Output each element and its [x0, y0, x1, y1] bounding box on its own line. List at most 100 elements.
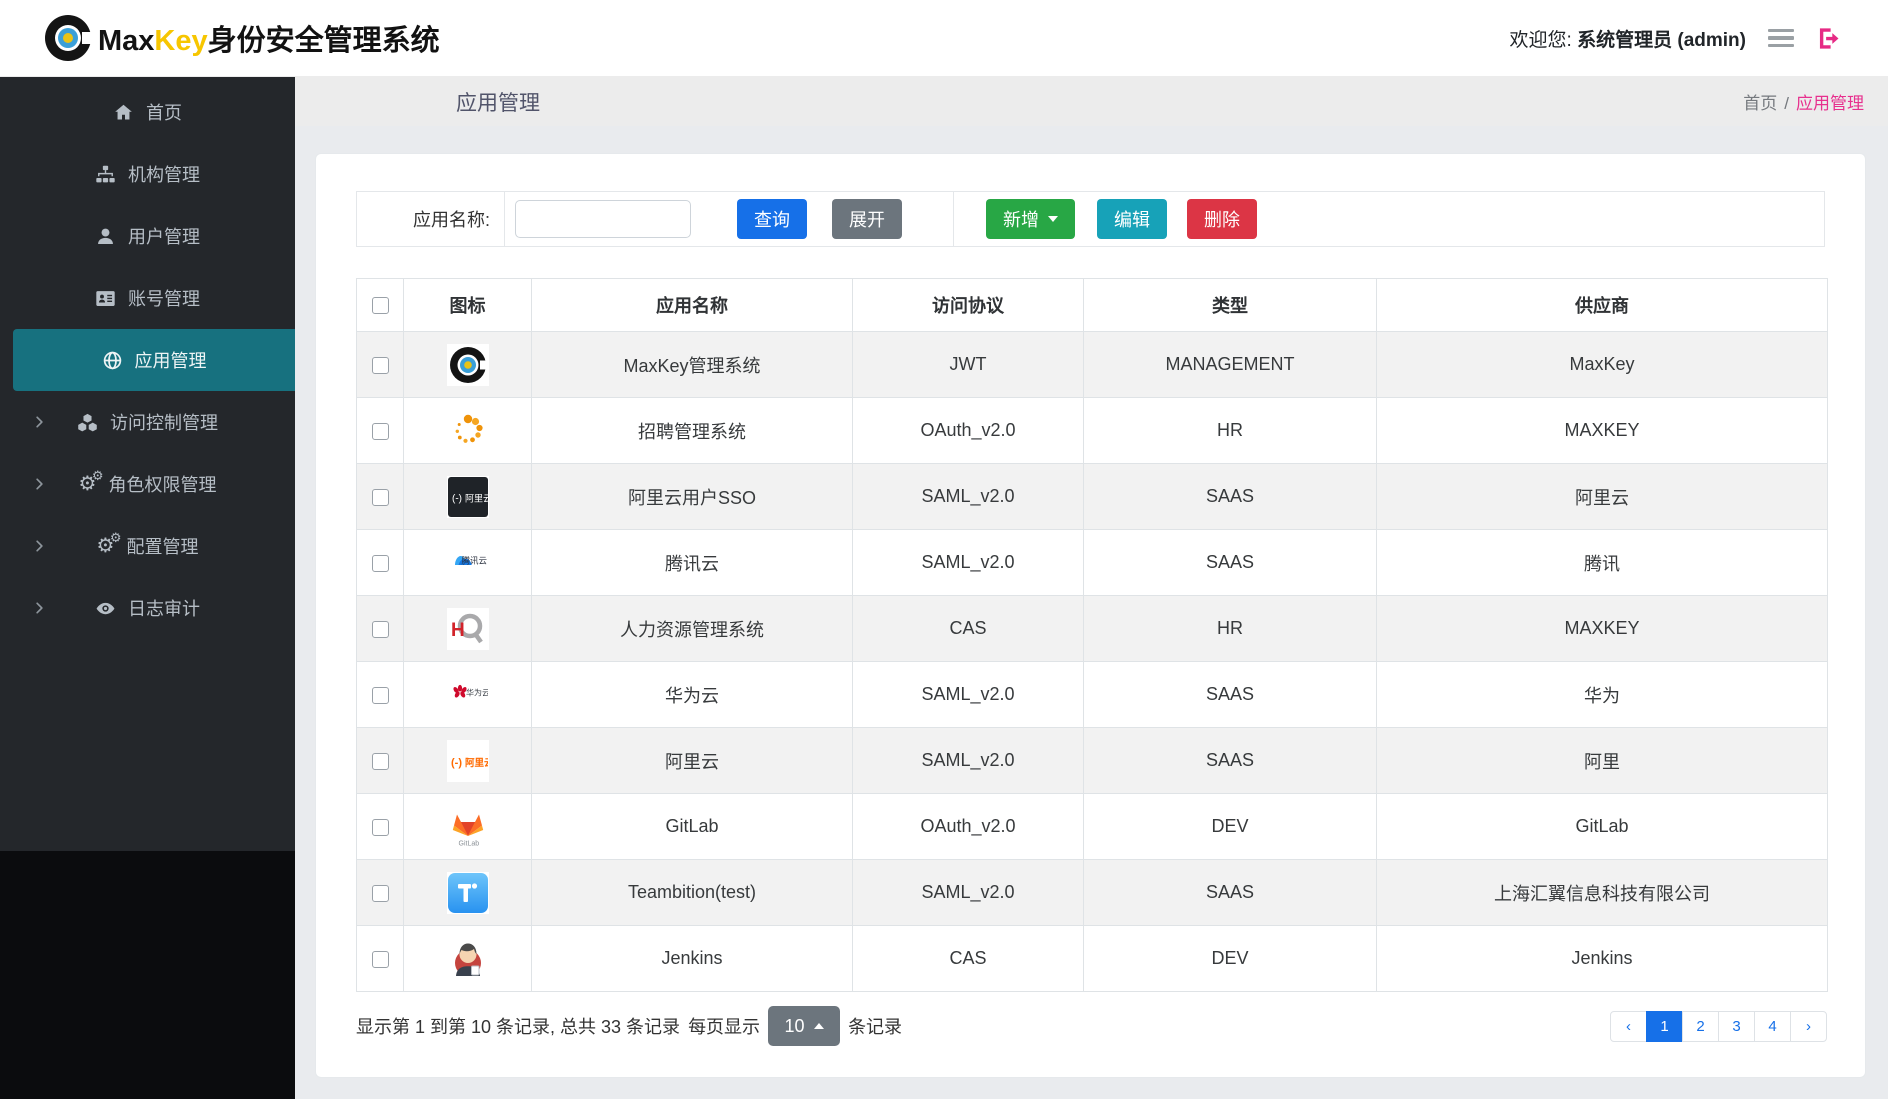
sidebar-item-access[interactable]: 访问控制管理: [0, 391, 295, 453]
sidebar-menu: 首页 机构管理用户管理账号管理应用管理 访问控制管理 ⚙ ⚙ 角色权限管理 ⚙ ⚙ 配置管理 日志…: [0, 81, 295, 639]
table-row[interactable]: Jenkins CAS DEV Jenkins: [356, 925, 1828, 992]
pagination-next-button[interactable]: ›: [1790, 1010, 1827, 1042]
row-select-cell: [356, 859, 404, 926]
table-row[interactable]: (-)阿里云阿里云用户SSOSAML_v2.0SAAS阿里云: [356, 463, 1828, 530]
sidebar-item-org[interactable]: 机构管理: [0, 143, 295, 205]
row-icon-cell: H: [403, 595, 532, 662]
huawei-cloud-icon: 华为云: [446, 673, 489, 716]
breadcrumb-home[interactable]: 首页: [1743, 94, 1777, 113]
page-title: 应用管理: [456, 91, 540, 115]
brand-suffix: 身份安全管理系统: [207, 25, 440, 57]
summary-text: 显示第 1 到第 10 条记录, 总共 33 条记录: [356, 1017, 681, 1037]
cubes-icon: [77, 412, 98, 433]
row-select-cell: [356, 463, 404, 530]
table-row[interactable]: MaxKey管理系统 JWT MANAGEMENT MaxKey: [356, 331, 1828, 398]
type-cell: HR: [1083, 595, 1377, 662]
row-checkbox[interactable]: [371, 752, 389, 770]
records-summary: 显示第 1 到第 10 条记录, 总共 33 条记录 每页显示 10 条记录: [356, 1006, 902, 1046]
sidebar-item-accounts[interactable]: 账号管理: [0, 267, 295, 329]
brand-key: Key: [154, 25, 208, 57]
page-size-dropdown[interactable]: 10: [768, 1006, 841, 1046]
current-username: 系统管理员 (admin): [1577, 29, 1746, 51]
pagination: ‹ 1 2 3 4 ›: [1610, 1010, 1827, 1042]
app-name-input[interactable]: [515, 200, 691, 238]
app-title: MaxKey身份安全管理系统: [98, 17, 440, 59]
sidebar-item-home[interactable]: 首页: [0, 81, 295, 143]
vendor-cell: 阿里: [1376, 727, 1828, 794]
pagination-page-1[interactable]: 1: [1646, 1010, 1683, 1042]
add-button[interactable]: 新增: [986, 199, 1075, 239]
logout-icon[interactable]: [1816, 25, 1843, 52]
row-checkbox[interactable]: [371, 356, 389, 374]
sidebar-item-apps[interactable]: 应用管理: [13, 329, 295, 391]
query-button[interactable]: 查询: [737, 199, 807, 239]
expand-button[interactable]: 展开: [832, 199, 902, 239]
sidebar-item-audit[interactable]: 日志审计: [0, 577, 295, 639]
row-select-cell: [356, 793, 404, 860]
svg-text:(-): (-): [451, 757, 462, 769]
vendor-cell: MaxKey: [1376, 331, 1828, 398]
welcome-text: 欢迎您: 系统管理员 (admin): [1509, 29, 1746, 51]
sidebar-item-users[interactable]: 用户管理: [0, 205, 295, 267]
svg-text:H: H: [451, 620, 465, 641]
caret-up-icon: [813, 1023, 824, 1029]
protocol-cell: SAML_v2.0: [852, 661, 1084, 728]
row-checkbox[interactable]: [371, 422, 389, 440]
sidebar-item-label: 用户管理: [128, 227, 200, 247]
delete-button[interactable]: 删除: [1187, 199, 1257, 239]
type-cell: HR: [1083, 397, 1377, 464]
column-header-2: 访问协议: [852, 278, 1084, 332]
sidebar-item-label: 配置管理: [126, 537, 199, 557]
menu-toggle-icon[interactable]: [1766, 27, 1796, 50]
row-checkbox[interactable]: [371, 554, 389, 572]
row-select-cell: [356, 331, 404, 398]
page-titlebar: 应用管理 首页 / 应用管理: [295, 77, 1888, 126]
pagination-prev-button[interactable]: ‹: [1610, 1010, 1647, 1042]
select-all-cell: [356, 278, 404, 332]
row-select-cell: [356, 595, 404, 662]
protocol-cell: OAuth_v2.0: [852, 793, 1084, 860]
row-checkbox[interactable]: [371, 884, 389, 902]
row-checkbox[interactable]: [371, 818, 389, 836]
vendor-cell: 华为: [1376, 661, 1828, 728]
search-label-cell: 应用名称:: [357, 192, 504, 246]
chevron-right-icon: [32, 415, 47, 430]
table-row[interactable]: Teambition(test) SAML_v2.0 SAAS 上海汇翼信息科技有限公…: [356, 859, 1828, 926]
row-checkbox[interactable]: [371, 686, 389, 704]
vendor-cell: 上海汇翼信息科技有限公司: [1376, 859, 1828, 926]
row-checkbox[interactable]: [371, 488, 389, 506]
table-row[interactable]: 华为云 华为云 SAML_v2.0 SAAS 华为: [356, 661, 1828, 728]
row-checkbox[interactable]: [371, 950, 389, 968]
chevron-right-icon: [32, 601, 47, 616]
sidebar-item-label: 账号管理: [128, 289, 200, 309]
table-row[interactable]: (-)阿里云阿里云SAML_v2.0SAAS阿里: [356, 727, 1828, 794]
sidebar-item-roles[interactable]: ⚙ ⚙ 角色权限管理: [0, 453, 295, 515]
row-select-cell: [356, 397, 404, 464]
svg-text:GitLab: GitLab: [458, 840, 479, 847]
svg-text:腾讯云: 腾讯云: [461, 555, 487, 565]
row-checkbox[interactable]: [371, 620, 389, 638]
jenkins-icon: [446, 937, 489, 980]
action-buttons-cell: 新增 编辑 删除: [953, 192, 1824, 246]
vendor-cell: 阿里云: [1376, 463, 1828, 530]
pagination-page-3[interactable]: 3: [1718, 1010, 1755, 1042]
row-icon-cell: [403, 331, 532, 398]
table-row[interactable]: 招聘管理系统 OAuth_v2.0 HR MAXKEY: [356, 397, 1828, 464]
vendor-cell: MAXKEY: [1376, 397, 1828, 464]
type-cell: SAAS: [1083, 727, 1377, 794]
edit-button[interactable]: 编辑: [1097, 199, 1167, 239]
content-card: 应用名称: 查询 展开 新增 编辑 删除 图标 应用名称 访问协议 类型 供应商 Max…: [315, 153, 1866, 1078]
sidebar-item-config[interactable]: ⚙ ⚙ 配置管理: [0, 515, 295, 577]
pagination-page-4[interactable]: 4: [1754, 1010, 1791, 1042]
dots-spinner-icon: [446, 409, 489, 452]
table-row[interactable]: 腾讯云 腾讯云 SAML_v2.0 SAAS 腾讯: [356, 529, 1828, 596]
app-name-cell: MaxKey管理系统: [531, 331, 853, 398]
table-row[interactable]: GitLab GitLab OAuth_v2.0 DEV GitLab: [356, 793, 1828, 860]
table-row[interactable]: H 人力资源管理系统 CAS HR MAXKEY: [356, 595, 1828, 662]
breadcrumb-current: 应用管理: [1796, 94, 1864, 113]
type-cell: SAAS: [1083, 859, 1377, 926]
sidebar: 首页 机构管理用户管理账号管理应用管理 访问控制管理 ⚙ ⚙ 角色权限管理 ⚙ ⚙ 配置管理 日志…: [0, 77, 295, 1099]
row-icon-cell: GitLab: [403, 793, 532, 860]
pagination-page-2[interactable]: 2: [1682, 1010, 1719, 1042]
select-all-checkbox[interactable]: [371, 297, 389, 315]
